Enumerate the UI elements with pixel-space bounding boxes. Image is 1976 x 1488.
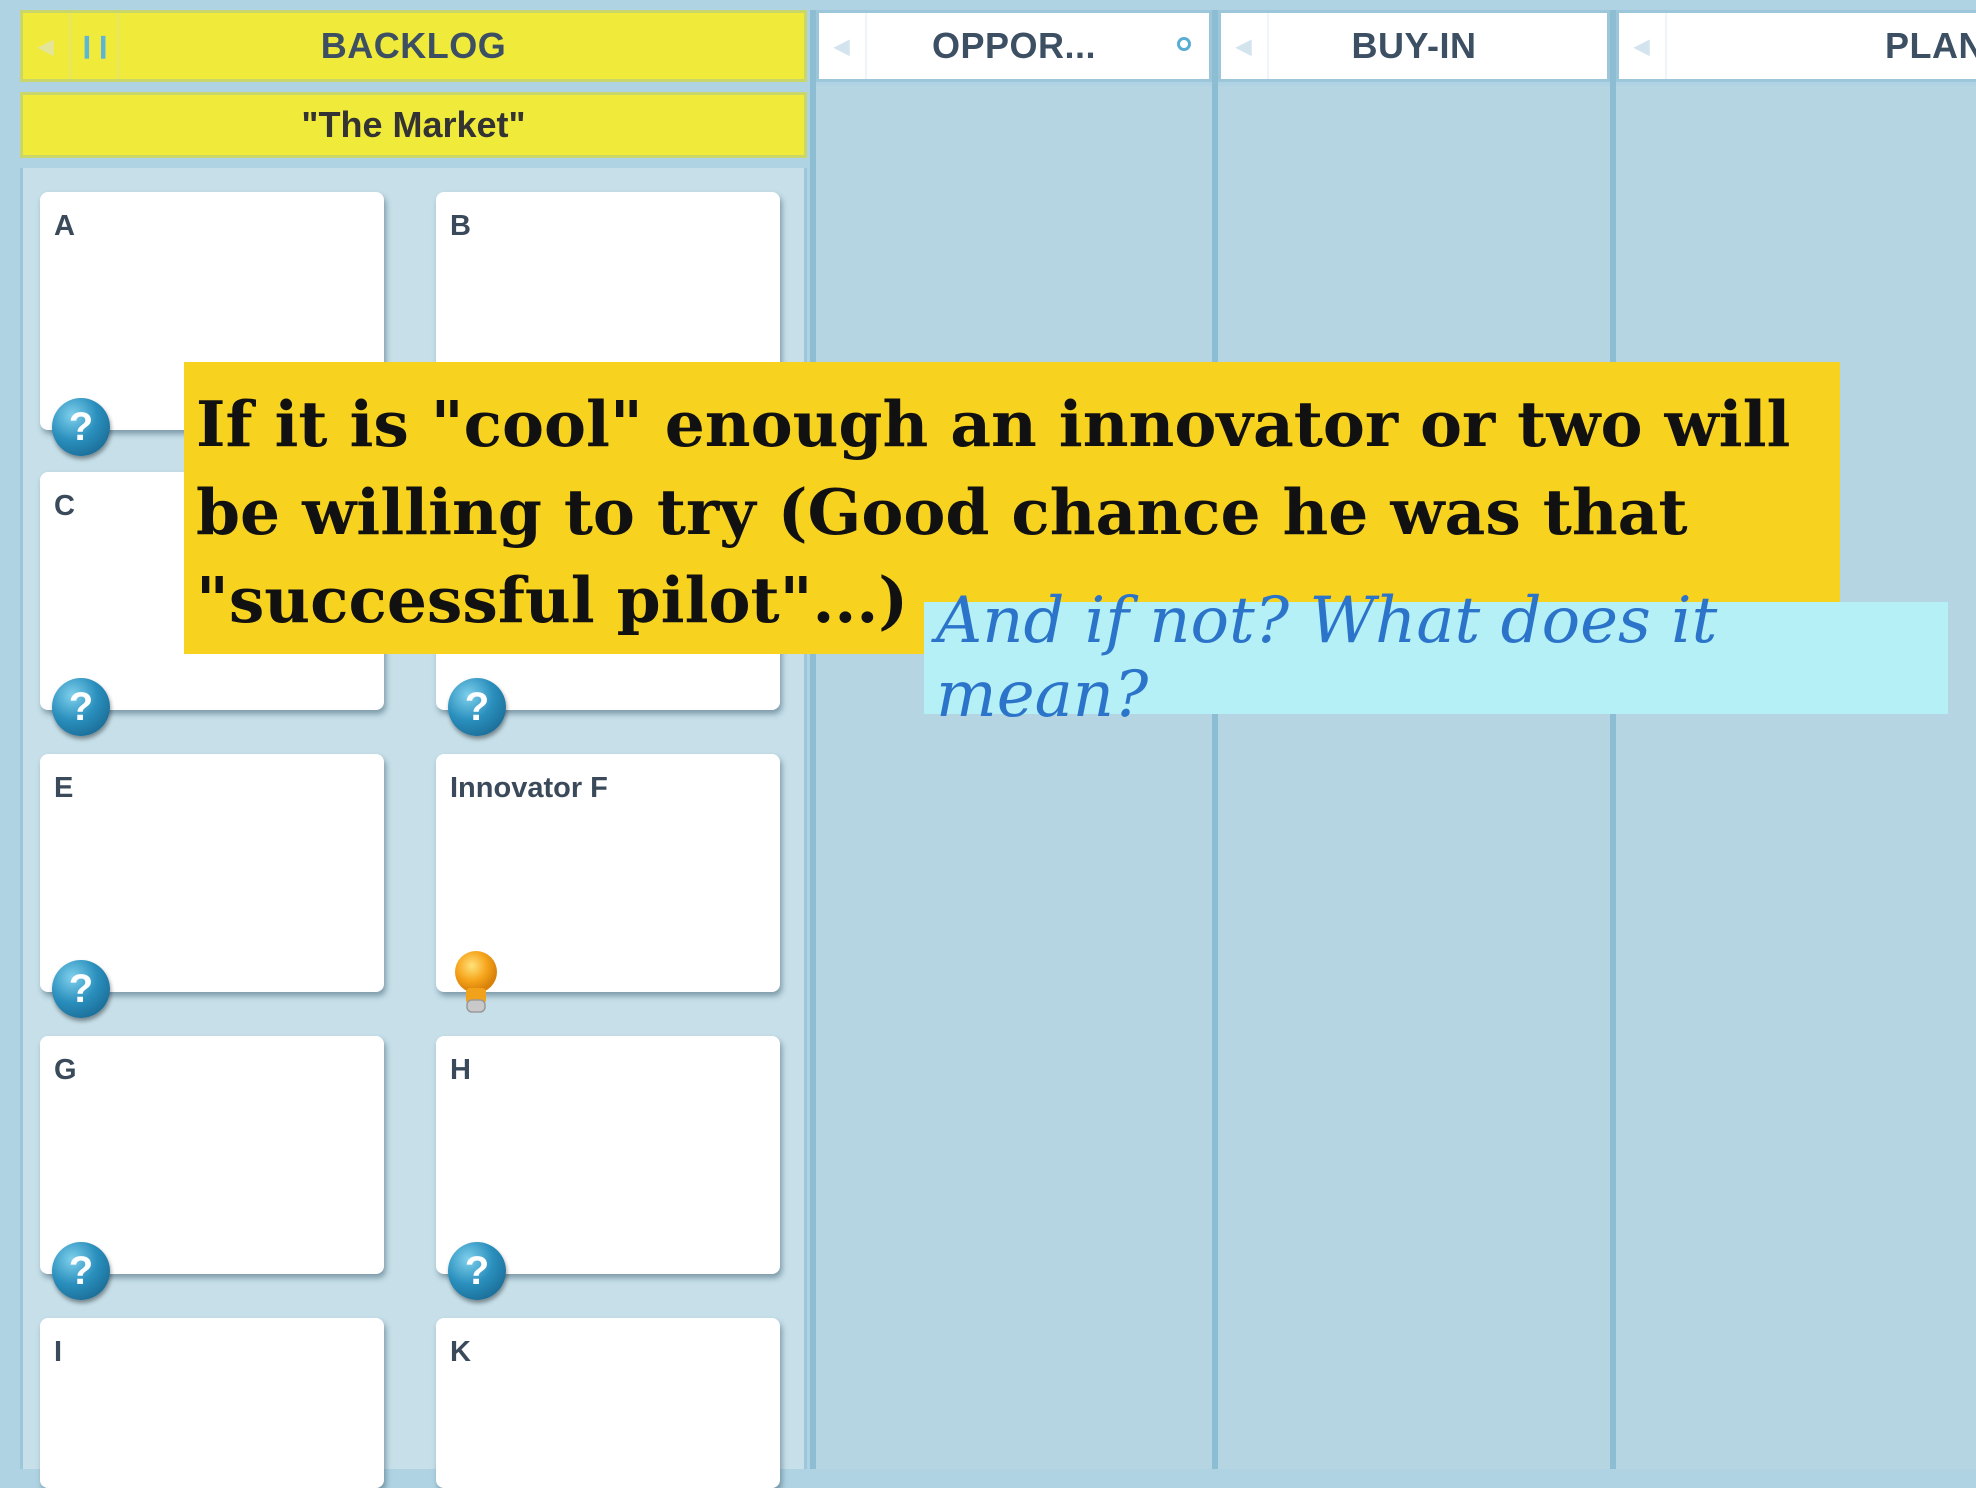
card-e[interactable]: E ? (40, 754, 384, 1018)
card-g[interactable]: G ? (40, 1036, 384, 1300)
lane-oppor (816, 86, 1212, 1469)
card-title: I (54, 1336, 63, 1368)
lane-divider (1212, 10, 1218, 1469)
swimlane-header[interactable]: "The Market" (20, 92, 807, 158)
column-title: OPPOR... (931, 25, 1097, 66)
card-title: H (450, 1054, 471, 1086)
lane-divider (1610, 10, 1616, 1469)
kanban-board: ◀ ❙❙ BACKLOG ◀ OPPOR... ◀ BUY-IN ◀ PLAN … (0, 0, 1976, 1488)
column-header-backlog[interactable]: ◀ ❙❙ BACKLOG (20, 10, 807, 82)
column-title: BUY-IN (1351, 25, 1477, 66)
lane-buyin (1218, 86, 1610, 1469)
column-header-plan[interactable]: ◀ PLAN (1616, 10, 1976, 82)
collapse-handle-icon[interactable]: ◀ (1619, 13, 1667, 79)
collapse-handle-icon[interactable]: ◀ (23, 13, 71, 79)
annotation-callout-followup: And if not? What does it mean? (924, 584, 1948, 732)
collapse-handle-icon[interactable]: ◀ (1221, 13, 1269, 79)
wip-limit-icon[interactable] (1177, 37, 1191, 51)
lane-plan (1616, 86, 1976, 1469)
card-title: Innovator F (450, 772, 608, 804)
swimlane-title: "The Market" (301, 104, 526, 145)
card-title: G (54, 1054, 77, 1086)
card-i[interactable]: I (40, 1318, 384, 1488)
collapse-handle-icon[interactable]: ◀ (819, 13, 867, 79)
question-icon[interactable]: ? (52, 678, 110, 736)
pause-icon[interactable]: ❙❙ (71, 13, 119, 79)
annotation-question-text: And if not? What does it mean? (936, 584, 1718, 732)
question-icon[interactable]: ? (52, 398, 110, 456)
card-title: B (450, 210, 471, 242)
card-title: C (54, 490, 75, 522)
question-icon[interactable]: ? (448, 678, 506, 736)
lane-divider (810, 10, 816, 1469)
question-icon[interactable]: ? (52, 1242, 110, 1300)
card-title: E (54, 772, 74, 804)
lightbulb-icon[interactable] (452, 950, 500, 1016)
card-title: A (54, 210, 75, 242)
column-title: PLAN (1885, 25, 1976, 66)
card-title: K (450, 1336, 471, 1368)
question-icon[interactable]: ? (52, 960, 110, 1018)
column-header-buyin[interactable]: ◀ BUY-IN (1218, 10, 1610, 82)
card-h[interactable]: H ? (436, 1036, 780, 1300)
column-header-oppor[interactable]: ◀ OPPOR... (816, 10, 1212, 82)
column-title: BACKLOG (320, 25, 507, 66)
card-k[interactable]: K (436, 1318, 780, 1488)
question-icon[interactable]: ? (448, 1242, 506, 1300)
